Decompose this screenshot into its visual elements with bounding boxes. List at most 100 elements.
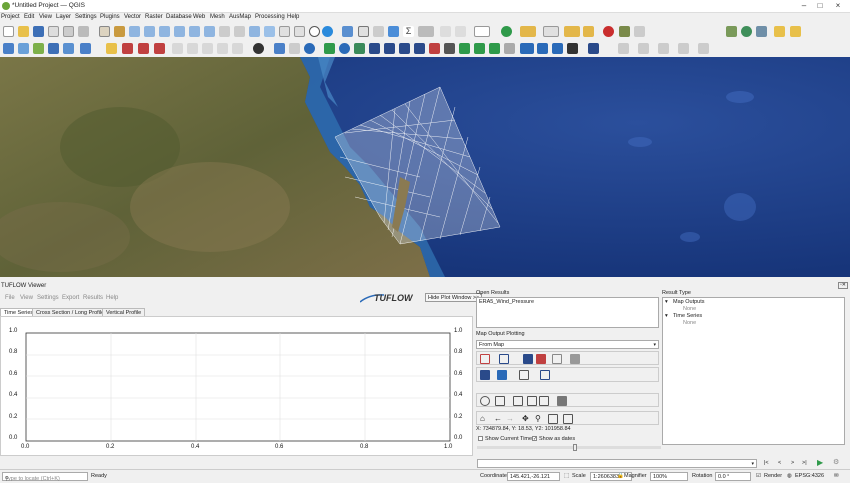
cut-icon[interactable] <box>138 43 149 54</box>
tuflow-tool-3-icon[interactable] <box>384 43 395 54</box>
map-output-select[interactable]: From Map ▾ <box>476 340 659 349</box>
tuflow-tool-2-icon[interactable] <box>369 43 380 54</box>
save-project-icon[interactable] <box>33 26 44 37</box>
refresh-icon[interactable] <box>322 26 333 37</box>
forward-arrow-icon[interactable]: → <box>506 414 516 424</box>
locator-search-input[interactable]: ⚲ Type to locate (Ctrl+K) <box>2 472 88 482</box>
add-csv-icon[interactable] <box>63 43 74 54</box>
add-mesh-icon[interactable] <box>33 43 44 54</box>
print-layout-icon[interactable] <box>63 26 74 37</box>
time-slider-handle[interactable] <box>573 444 577 451</box>
prev-timestep-button[interactable]: < <box>778 460 781 466</box>
plot-area[interactable]: 0.0 0.2 0.4 0.6 0.8 1.0 0.0 0.2 0.4 0.6 … <box>0 316 473 456</box>
zoom-next-icon[interactable] <box>249 26 260 37</box>
tuflow-tool-5-icon[interactable] <box>414 43 425 54</box>
snap-options-icon[interactable] <box>634 26 645 37</box>
open-project-icon[interactable] <box>18 26 29 37</box>
expand-arrow-icon[interactable]: ▾ <box>665 313 668 319</box>
check-2-icon[interactable] <box>474 43 485 54</box>
flux-plot-icon[interactable] <box>499 354 509 364</box>
label-tool-3-icon[interactable] <box>202 43 213 54</box>
text-annotation-icon[interactable] <box>474 26 490 37</box>
legend-icon[interactable] <box>557 396 567 406</box>
select-by-form-icon[interactable] <box>543 26 559 37</box>
curtain-plot-icon[interactable] <box>497 370 507 380</box>
result-type-tree[interactable]: ▾ Map Outputs None ▾ Time Series None <box>662 297 845 445</box>
menu-plugins[interactable]: Plugins <box>100 14 120 20</box>
export-plot-icon[interactable] <box>495 396 505 406</box>
zoom-rubber-icon[interactable] <box>159 26 170 37</box>
tuflow-tool-6-icon[interactable] <box>429 43 440 54</box>
profile-plot-icon[interactable] <box>540 370 550 380</box>
style-manager-icon[interactable] <box>78 26 89 37</box>
zoom-out-icon[interactable] <box>144 26 155 37</box>
paste-icon[interactable] <box>154 43 165 54</box>
back-arrow-icon[interactable]: ← <box>494 414 504 424</box>
new-map-view-icon[interactable] <box>264 26 275 37</box>
zoom-layer-icon[interactable] <box>204 26 215 37</box>
edit-layer-icon[interactable] <box>106 43 117 54</box>
shape-tool-5-icon[interactable] <box>698 43 709 54</box>
refresh-tuflow-icon[interactable] <box>339 43 350 54</box>
settings-wrench-icon[interactable]: ⚙ <box>833 458 839 466</box>
hide-plot-window-button[interactable]: Hide Plot Window >> <box>425 293 483 302</box>
zoom-selection-icon[interactable] <box>189 26 200 37</box>
map-tips-icon[interactable] <box>440 26 451 37</box>
menu-database[interactable]: Database <box>166 14 192 20</box>
shape-tool-2-icon[interactable] <box>638 43 649 54</box>
map-canvas[interactable] <box>0 57 850 277</box>
close-icon[interactable]: × <box>832 1 844 11</box>
next-timestep-button[interactable]: > <box>791 460 794 466</box>
lock-icon[interactable]: 🔒 <box>617 473 624 479</box>
long-profile-icon[interactable] <box>536 354 546 364</box>
label-tool-2-icon[interactable] <box>187 43 198 54</box>
save-as-icon[interactable] <box>48 26 59 37</box>
new-3d-view-icon[interactable] <box>279 26 290 37</box>
render-checkbox[interactable]: ☑ <box>756 473 761 479</box>
subplot-icon[interactable] <box>548 414 558 424</box>
bookmark-icon[interactable] <box>294 26 305 37</box>
cross-section-icon[interactable] <box>523 354 533 364</box>
select-location-icon[interactable] <box>583 26 594 37</box>
panel-icon[interactable] <box>588 43 599 54</box>
vertical-plot-icon[interactable] <box>519 370 529 380</box>
globe-icon[interactable] <box>253 43 264 54</box>
arr-icon[interactable] <box>520 43 534 54</box>
field-calculator-icon[interactable] <box>373 26 384 37</box>
pan-hand-icon[interactable] <box>99 26 110 37</box>
axis-tool-1-icon[interactable] <box>513 396 523 406</box>
menu-project[interactable]: Project <box>1 14 20 20</box>
annotation-icon[interactable] <box>455 26 466 37</box>
console-icon[interactable] <box>567 43 578 54</box>
delete-feature-icon[interactable] <box>122 43 133 54</box>
rotation-spinbox[interactable]: 0.0 ° <box>715 472 751 481</box>
coordinate-field[interactable]: 145.421,-26.121 <box>507 472 560 481</box>
grid-tool-2-icon[interactable] <box>552 43 563 54</box>
zoom-last-icon[interactable] <box>234 26 245 37</box>
tuflow-menu-results[interactable]: Results <box>83 295 103 301</box>
home-icon[interactable]: ⌂ <box>480 414 490 424</box>
identify-icon[interactable] <box>342 26 353 37</box>
plugin-green-icon[interactable] <box>501 26 512 37</box>
menu-raster[interactable]: Raster <box>145 14 163 20</box>
shape-tool-4-icon[interactable] <box>678 43 689 54</box>
attribute-table-icon[interactable] <box>358 26 369 37</box>
crs-label[interactable]: EPSG:4326 <box>795 473 824 479</box>
grid-tool-icon[interactable] <box>537 43 548 54</box>
tuflow-menu-view[interactable]: View <box>20 295 33 301</box>
new-layer-icon[interactable] <box>80 43 91 54</box>
tool-grey-icon[interactable] <box>289 43 300 54</box>
zoom-in-icon[interactable] <box>129 26 140 37</box>
label-tool-5-icon[interactable] <box>232 43 243 54</box>
processing-toolbox-icon[interactable] <box>388 26 399 37</box>
tuflow-menu-help[interactable]: Help <box>106 295 118 301</box>
minimize-icon[interactable]: – <box>798 1 810 11</box>
deselect-icon[interactable] <box>564 26 580 37</box>
open-results-list[interactable]: ERA5_Wind_Pressure <box>476 297 659 328</box>
menu-web[interactable]: Web <box>193 14 205 20</box>
crs-icon[interactable]: ◍ <box>787 473 792 479</box>
check-3-icon[interactable] <box>489 43 500 54</box>
add-wms-icon[interactable] <box>48 43 59 54</box>
menu-help[interactable]: Help <box>287 14 299 20</box>
statistics-sigma-icon[interactable]: Σ <box>403 26 414 37</box>
